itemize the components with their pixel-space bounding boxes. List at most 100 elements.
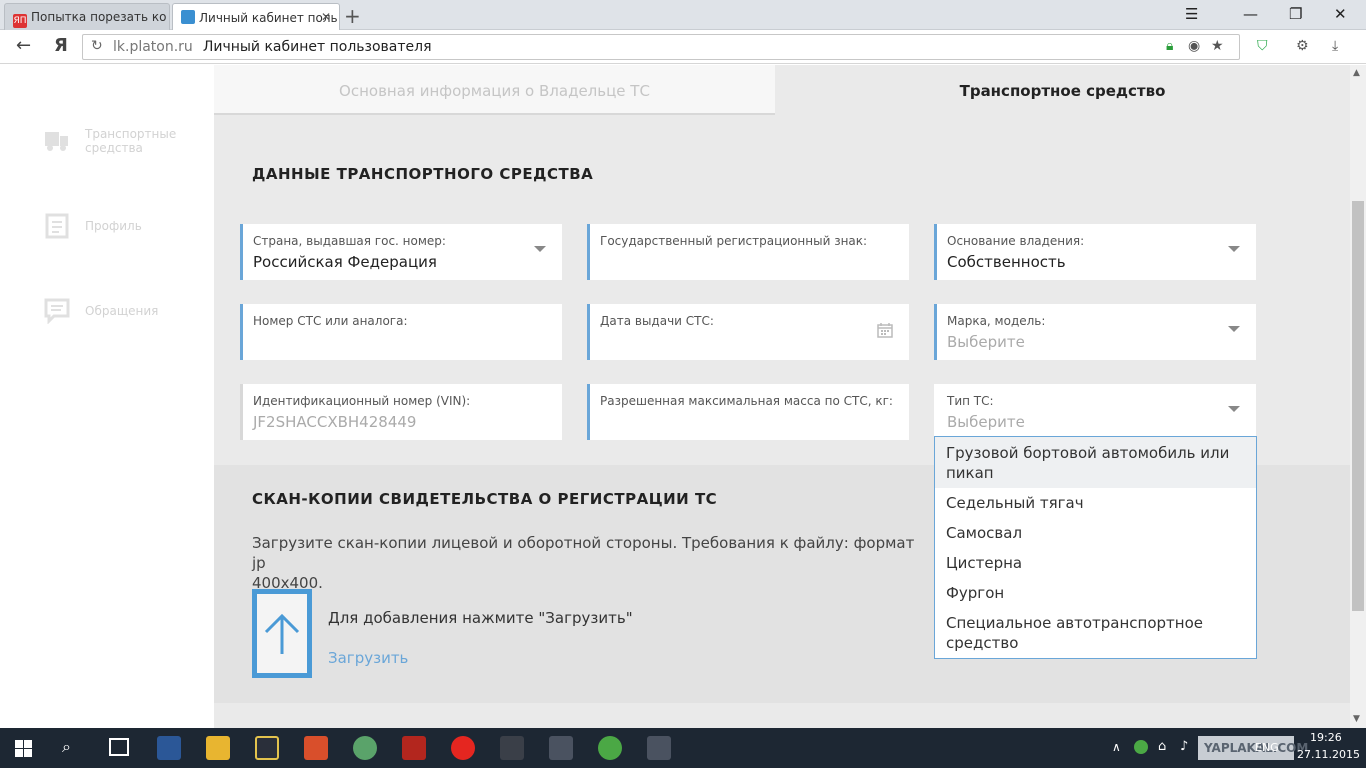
sts-number-input[interactable]: Номер СТС или аналога: (240, 304, 562, 360)
message-icon (44, 298, 70, 324)
field-label: Идентификационный номер (VIN): (253, 394, 471, 408)
url-page-title: Личный кабинет пользователя (202, 39, 432, 55)
field-label: Дата выдачи СТС: (600, 314, 714, 328)
task-view-icon[interactable] (109, 738, 129, 756)
chevron-down-icon (534, 246, 546, 252)
reg-plate-input[interactable]: Государственный регистрационный знак: (587, 224, 909, 280)
scroll-up-icon[interactable]: ▲ (1353, 68, 1360, 78)
download-icon[interactable]: ⤓ (1332, 38, 1338, 54)
restore-button[interactable]: ❐ (1289, 5, 1302, 23)
browser-tab-2[interactable]: Личный кабинет поль ✕ (172, 3, 340, 30)
browser-tab-title: Личный кабинет поль (199, 11, 338, 25)
country-select[interactable]: Страна, выдавшая гос. номер: Российская … (240, 224, 562, 280)
world-of-tanks-icon[interactable] (500, 736, 524, 760)
browser-tab-bar: ЯП Попытка порезать ко Личный кабинет пол… (0, 0, 1366, 30)
field-placeholder: Выберите (947, 333, 1025, 351)
field-label: Тип ТС: (947, 394, 994, 408)
upload-link[interactable]: Загрузить (328, 649, 408, 667)
back-arrow-icon[interactable]: ← (16, 35, 31, 56)
protect-icon[interactable]: ◉ (1188, 38, 1200, 54)
close-tab-icon[interactable]: ✕ (321, 10, 331, 24)
shield-icon[interactable]: ⛉ (1257, 38, 1268, 54)
dropdown-option[interactable]: Цистерна (935, 553, 1256, 573)
platon-favicon-icon (181, 10, 195, 24)
page-scrollbar[interactable]: ▲ ▼ (1350, 65, 1366, 728)
tray-expand-icon[interactable]: ∧ (1112, 740, 1121, 754)
field-label: Государственный регистрационный знак: (600, 234, 868, 248)
field-label: Страна, выдавшая гос. номер: (253, 234, 446, 248)
chevron-down-icon (1228, 246, 1240, 252)
tray-network-icon[interactable]: ⌂ (1158, 739, 1166, 754)
scan-description-line: 400x400. (252, 574, 323, 592)
url-domain: lk.platon.ru (113, 39, 193, 55)
scroll-down-icon[interactable]: ▼ (1353, 714, 1360, 724)
language-indicator[interactable]: ENG (1255, 741, 1279, 754)
upload-button[interactable] (252, 589, 312, 678)
app-v-icon[interactable] (255, 736, 279, 760)
app-plane-icon[interactable] (549, 736, 573, 760)
sts-date-input[interactable]: Дата выдачи СТС: (587, 304, 909, 360)
minimize-button[interactable]: — (1243, 5, 1258, 23)
dropdown-option[interactable]: Грузовой бортовой автомобиль или пикап (935, 437, 1256, 488)
app-120x-icon[interactable] (402, 736, 426, 760)
sidebar-item-label: Профиль (85, 219, 142, 233)
app-plane-2-icon[interactable] (647, 736, 671, 760)
app-photo-icon[interactable] (304, 736, 328, 760)
reload-icon[interactable]: ↻ (91, 38, 103, 54)
field-value: Российская Федерация (253, 253, 437, 271)
vehicle-type-dropdown: Грузовой бортовой автомобиль или пикап С… (934, 436, 1257, 659)
dropdown-option[interactable]: Фургон (935, 583, 1256, 603)
field-label: Основание владения: (947, 234, 1085, 248)
vin-input[interactable]: Идентификационный номер (VIN): JF2SHACCX… (240, 384, 562, 440)
dropdown-option[interactable]: Специальное автотранспортное средство (935, 613, 1256, 653)
bookmark-star-icon[interactable]: ★ (1211, 38, 1224, 54)
sidebar-item-requests[interactable]: Обращения (44, 298, 204, 324)
tab-owner-info[interactable]: Основная информация о Владельце ТС (214, 65, 775, 115)
sidebar-item-profile[interactable]: Профиль (44, 213, 204, 239)
calendar-icon[interactable] (877, 322, 893, 338)
field-label: Марка, модель: (947, 314, 1046, 328)
clock-time[interactable]: 19:26 (1310, 731, 1342, 744)
truck-icon (45, 132, 68, 151)
tray-utorrent-icon[interactable] (1134, 740, 1148, 754)
scrollbar-thumb[interactable] (1352, 201, 1364, 611)
upload-arrow-icon (264, 613, 300, 654)
ownership-select[interactable]: Основание владения: Собственность (934, 224, 1256, 280)
yaplakal-watermark: YAPLAKAL.COM (1198, 736, 1308, 760)
sidebar-item-label: Обращения (85, 304, 159, 318)
chevron-down-icon (1228, 326, 1240, 332)
extensions-icon[interactable]: ⚙ (1296, 38, 1309, 54)
max-mass-input[interactable]: Разрешенная максимальная масса по СТС, к… (587, 384, 909, 440)
brand-model-select[interactable]: Марка, модель: Выберите (934, 304, 1256, 360)
volume-icon[interactable]: ♪ (1180, 739, 1188, 754)
clock-date[interactable]: 27.11.2015 (1297, 748, 1360, 761)
tab-vehicle[interactable]: Транспортное средство (775, 65, 1350, 115)
word-icon[interactable] (157, 736, 181, 760)
yandex-browser-icon[interactable] (451, 736, 475, 760)
field-value: Собственность (947, 253, 1066, 271)
new-tab-button[interactable]: + (344, 4, 361, 28)
close-window-button[interactable]: ✕ (1334, 5, 1347, 23)
scan-section-title: СКАН-КОПИИ СВИДЕТЕЛЬСТВА О РЕГИСТРАЦИИ Т… (252, 490, 718, 508)
windows-start-icon[interactable] (15, 740, 32, 757)
utorrent-icon[interactable] (598, 736, 622, 760)
sidebar-item-label: Транспортные средства (85, 127, 177, 155)
app-car-icon[interactable] (353, 736, 377, 760)
url-field[interactable]: ↻ lk.platon.ru Личный кабинет пользовател… (82, 34, 1240, 60)
field-label: Номер СТС или аналога: (253, 314, 408, 328)
sidebar-item-vehicles[interactable]: Транспортные средства (44, 127, 204, 157)
chevron-down-icon (1228, 406, 1240, 412)
lock-icon: 🔒︎ (1166, 38, 1174, 54)
page-tabs: Основная информация о Владельце ТС Транс… (214, 65, 1350, 115)
menu-icon[interactable]: ☰ (1185, 5, 1198, 23)
sidebar: Транспортные средства Профиль Обращения (0, 65, 214, 728)
yandex-logo-icon[interactable]: Я (54, 35, 68, 56)
field-placeholder: Выберите (947, 413, 1025, 431)
dropdown-option[interactable]: Самосвал (935, 523, 1256, 543)
search-icon[interactable]: ⌕ (62, 737, 71, 757)
browser-tab-1[interactable]: ЯП Попытка порезать ко (4, 3, 170, 30)
file-explorer-icon[interactable] (206, 736, 230, 760)
vehicle-type-select[interactable]: Тип ТС: Выберите (934, 384, 1256, 440)
yaplakal-favicon-icon: ЯП (13, 14, 27, 28)
dropdown-option[interactable]: Седельный тягач (935, 493, 1256, 513)
